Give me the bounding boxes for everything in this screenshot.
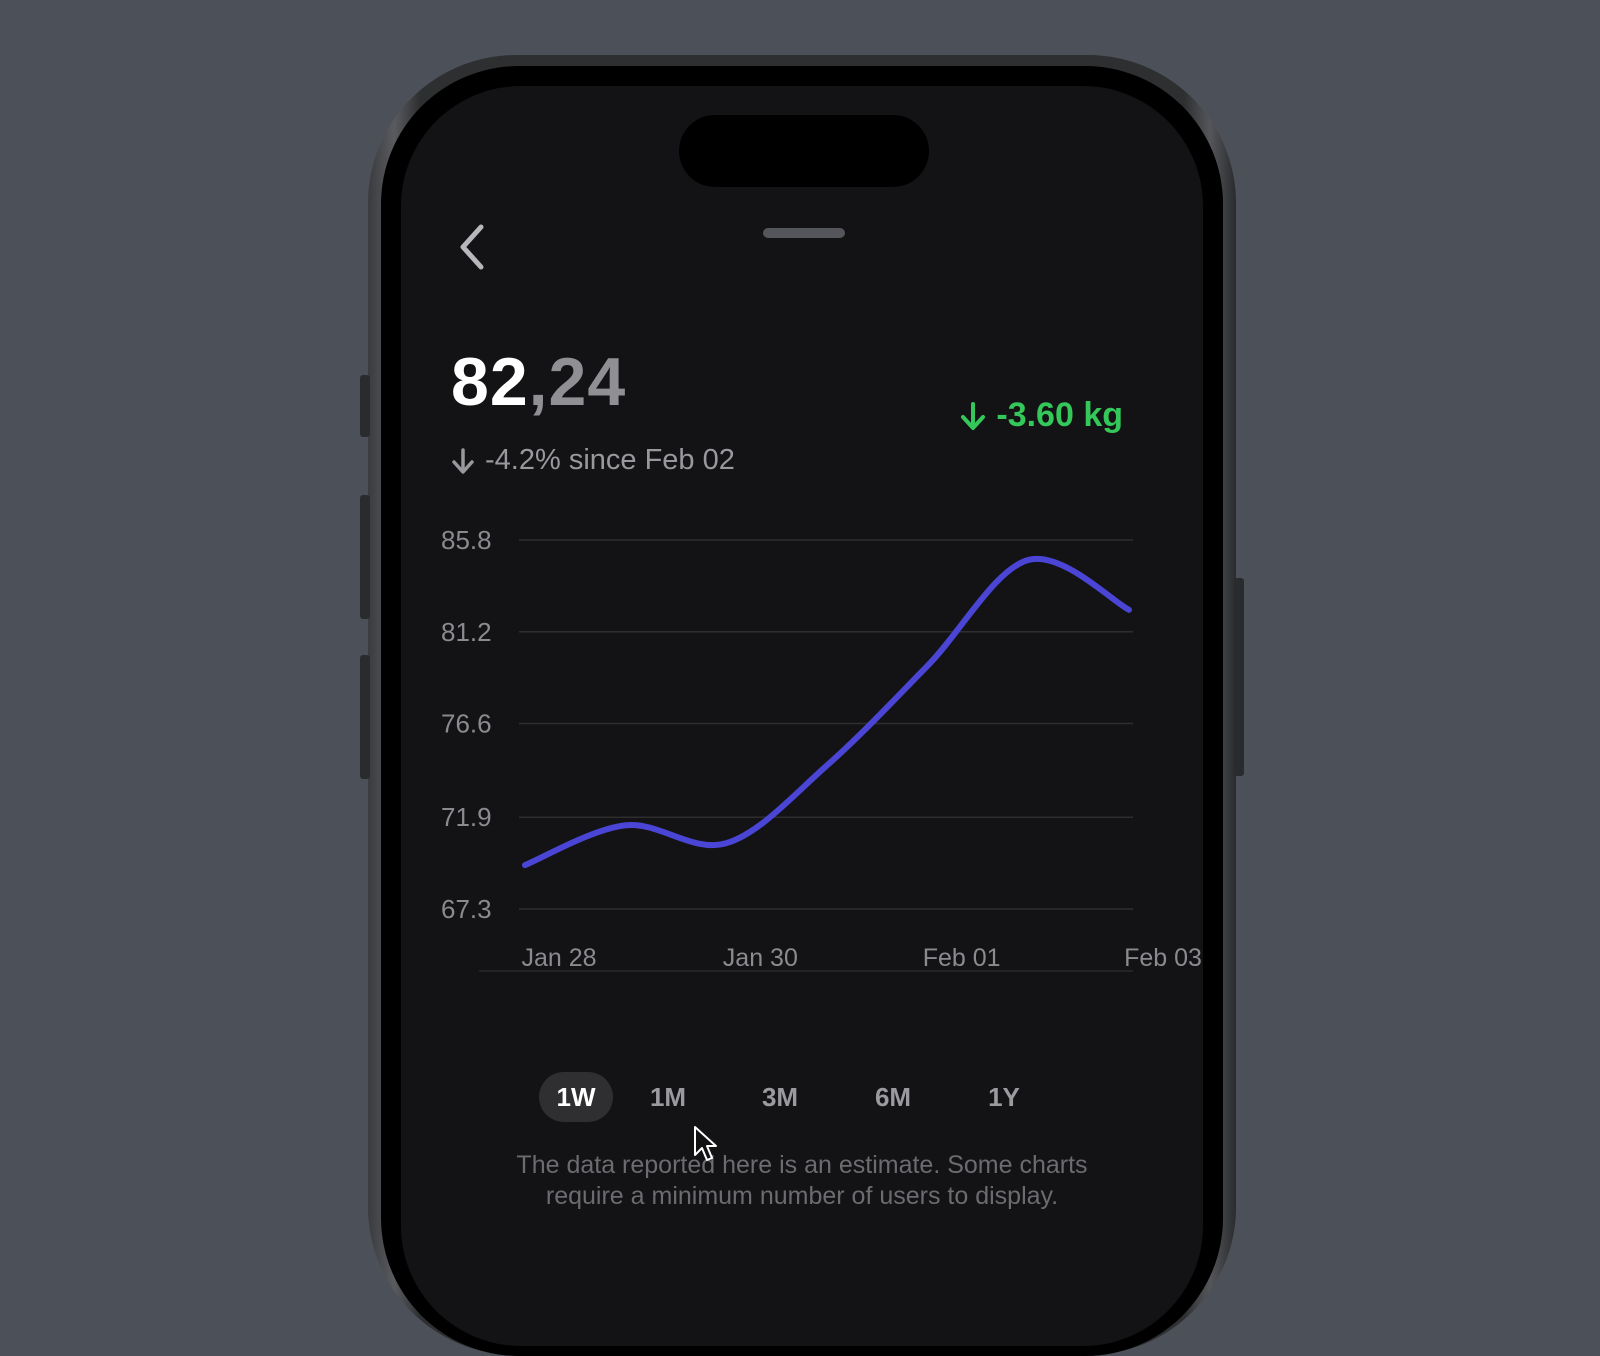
chevron-left-icon <box>460 224 484 270</box>
y-tick-label: 85.8 <box>441 525 492 555</box>
y-tick-label: 81.2 <box>441 617 492 647</box>
x-tick-label: Feb 03 <box>1124 944 1202 972</box>
y-tick-label: 76.6 <box>441 709 492 739</box>
x-tick-label: Jan 28 <box>521 944 596 972</box>
back-button[interactable] <box>453 222 493 272</box>
disclaimer: The data reported here is an estimate. S… <box>441 1150 1163 1212</box>
mouse-pointer-icon <box>694 1126 717 1161</box>
change-summary-text: -4.2% since Feb 02 <box>485 444 735 476</box>
x-tick-label: Feb 01 <box>923 944 1001 972</box>
phone-side-button <box>360 495 370 619</box>
range-button-1y[interactable]: 1Y <box>949 1072 1059 1122</box>
phone-side-button <box>1234 578 1244 776</box>
dynamic-island <box>679 115 929 187</box>
phone-side-button <box>360 655 370 779</box>
range-button-1w[interactable]: 1W <box>539 1072 613 1122</box>
range-button-1m[interactable]: 1M <box>613 1072 723 1122</box>
arrow-down-icon <box>961 401 986 430</box>
weight-value: 82,24 <box>451 348 626 416</box>
y-tick-label: 71.9 <box>441 802 492 832</box>
change-summary: -4.2% since Feb 02 <box>451 444 735 477</box>
y-tick-label: 67.3 <box>441 894 492 924</box>
weight-integer: 82 <box>451 344 529 420</box>
time-range-selector: 1W 1M 3M 6M 1Y <box>539 1072 1059 1122</box>
disclaimer-line: require a minimum number of users to dis… <box>545 1182 1059 1210</box>
weight-series-line <box>522 555 1132 869</box>
phone-side-button <box>360 375 370 437</box>
weight-delta-text: -3.60 kg <box>996 396 1123 434</box>
range-button-3m[interactable]: 3M <box>723 1072 837 1122</box>
arrow-down-icon <box>452 447 474 474</box>
weight-chart: 85.8 81.2 76.6 71.9 67.3 Jan 28 Jan 30 Feb 01 Fe… <box>441 525 1202 972</box>
x-tick-label: Jan 30 <box>723 944 798 972</box>
disclaimer-line: The data reported here is an estimate. S… <box>516 1151 1088 1179</box>
app-screen: 82,24 -3.60 kg -4.2% since Feb 02 85.8 81… <box>401 86 1203 1346</box>
weight-fraction: ,24 <box>528 344 627 420</box>
weight-delta: -3.60 kg <box>960 396 1123 435</box>
sheet-grabber[interactable] <box>763 228 845 238</box>
range-button-6m[interactable]: 6M <box>837 1072 949 1122</box>
